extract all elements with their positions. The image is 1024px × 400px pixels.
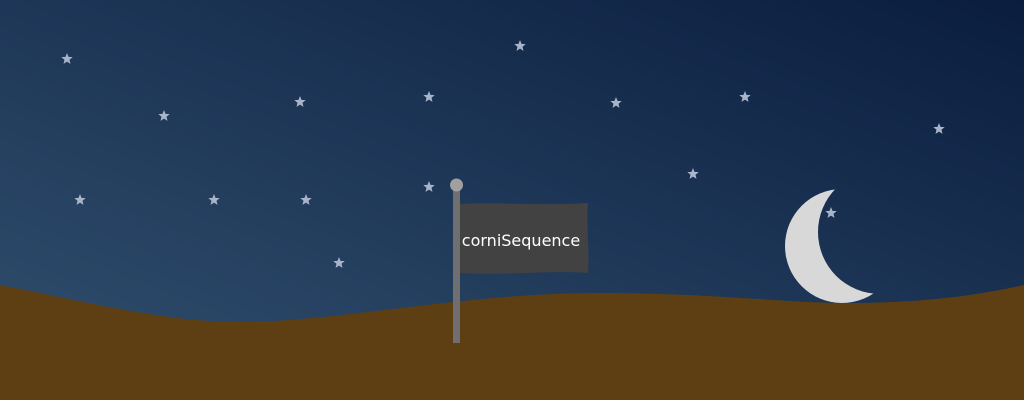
flag-label: corniSequence [462,231,580,250]
moon-icon [785,189,899,303]
flag-pole [453,186,460,343]
night-scene: corniSequence [0,0,1024,400]
flag-pole-cap [450,178,463,192]
